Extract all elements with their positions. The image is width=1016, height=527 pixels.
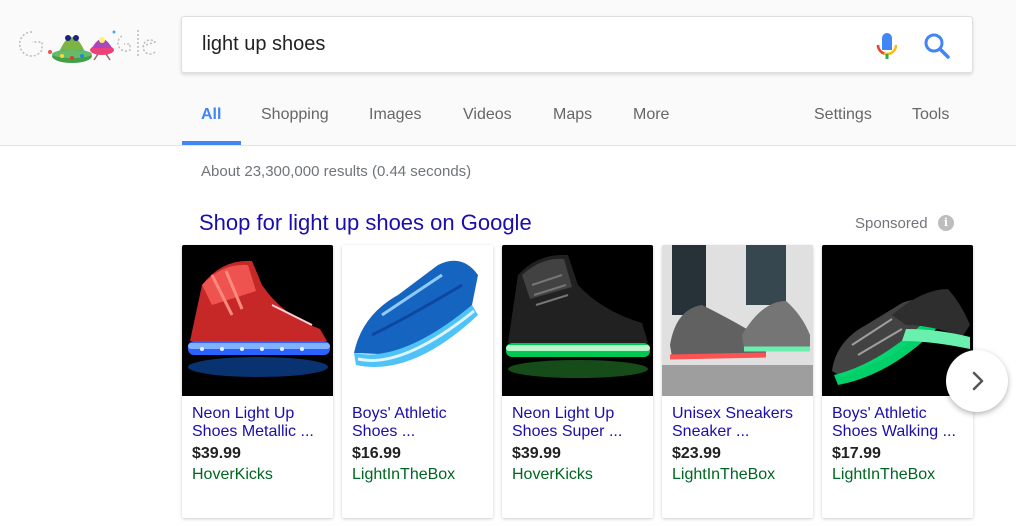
google-doodle-logo[interactable] — [10, 22, 160, 66]
search-header: All Shopping Images Videos Maps More Set… — [0, 0, 1016, 146]
product-store: HoverKicks — [512, 466, 593, 483]
product-image-red-metallic-shoe[interactable] — [182, 245, 333, 396]
product-card[interactable]: Unisex Sneakers Sneaker ... $23.99 Light… — [662, 245, 813, 518]
tab-all[interactable]: All — [201, 106, 221, 124]
product-price: $39.99 — [192, 445, 241, 462]
product-name-line[interactable]: Neon Light Up — [512, 405, 647, 423]
product-name-line[interactable]: Neon Light Up — [192, 405, 327, 423]
search-icon[interactable] — [922, 31, 952, 61]
search-box — [181, 16, 973, 73]
microphone-icon[interactable] — [873, 31, 901, 61]
product-image-black-high-top-shoe[interactable] — [502, 245, 653, 396]
product-name[interactable]: Neon Light Up Shoes Metallic ... — [192, 405, 327, 441]
product-store: LightInTheBox — [352, 466, 456, 483]
product-store: LightInTheBox — [672, 466, 776, 483]
product-name-line[interactable]: Shoes Super ... — [512, 423, 647, 441]
product-price: $39.99 — [512, 445, 561, 462]
product-card[interactable]: Neon Light Up Shoes Super ... $39.99 Hov… — [502, 245, 653, 518]
info-icon[interactable]: i — [938, 215, 954, 231]
product-image-blue-knit-shoe[interactable] — [342, 245, 493, 396]
product-name-line[interactable]: Sneaker ... — [672, 423, 807, 441]
tab-shopping[interactable]: Shopping — [261, 106, 329, 124]
result-stats: About 23,300,000 results (0.44 seconds) — [201, 163, 472, 180]
product-store: LightInTheBox — [832, 466, 936, 483]
product-price: $16.99 — [352, 445, 401, 462]
search-tabs: All Shopping Images Videos Maps More Set… — [0, 96, 1016, 146]
search-input[interactable] — [202, 17, 852, 72]
carousel-next-button[interactable] — [946, 350, 1008, 412]
sponsored-label: Sponsored — [855, 215, 928, 232]
tab-videos[interactable]: Videos — [463, 106, 512, 124]
product-name[interactable]: Unisex Sneakers Sneaker ... — [672, 405, 807, 441]
product-store: HoverKicks — [192, 466, 273, 483]
shopping-title-link[interactable]: Shop for light up shoes on Google — [199, 210, 532, 236]
product-name-line[interactable]: Shoes Metallic ... — [192, 423, 327, 441]
product-price: $23.99 — [672, 445, 721, 462]
tab-more[interactable]: More — [633, 106, 669, 124]
tab-tools[interactable]: Tools — [912, 106, 949, 124]
chevron-right-icon — [972, 371, 984, 391]
product-name-line[interactable]: Shoes ... — [352, 423, 487, 441]
product-card[interactable]: Boys' Athletic Shoes ... $16.99 LightInT… — [342, 245, 493, 518]
tab-maps[interactable]: Maps — [553, 106, 592, 124]
product-name[interactable]: Neon Light Up Shoes Super ... — [512, 405, 647, 441]
active-tab-indicator — [182, 141, 241, 145]
product-name[interactable]: Boys' Athletic Shoes ... — [352, 405, 487, 441]
product-card[interactable]: Neon Light Up Shoes Metallic ... $39.99 … — [182, 245, 333, 518]
product-name-line[interactable]: Shoes Walking ... — [832, 423, 967, 441]
tab-settings[interactable]: Settings — [814, 106, 872, 124]
product-price: $17.99 — [832, 445, 881, 462]
tab-images[interactable]: Images — [369, 106, 421, 124]
product-image-grey-knit-shoe[interactable] — [662, 245, 813, 396]
product-name-line[interactable]: Boys' Athletic — [352, 405, 487, 423]
product-name-line[interactable]: Unisex Sneakers — [672, 405, 807, 423]
